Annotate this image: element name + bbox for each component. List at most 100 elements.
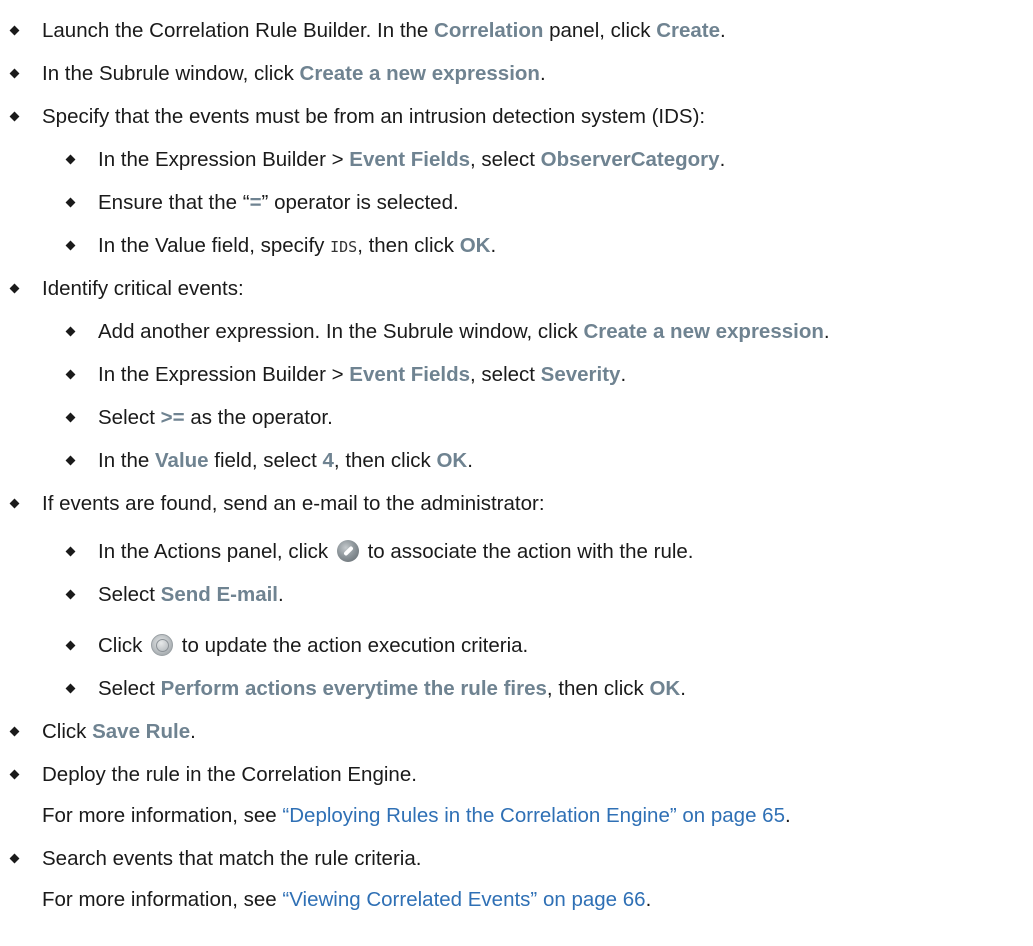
step-text: In the Value field, specify xyxy=(98,234,331,257)
xref-link-deploying-rules[interactable]: “Deploying Rules in the Correlation Engi… xyxy=(282,804,785,827)
step-text: , then click xyxy=(333,449,437,472)
bullet-icon xyxy=(9,25,20,36)
bullet-icon xyxy=(65,455,76,466)
bullet-icon xyxy=(9,853,20,864)
step-search-events: Search events that match the rule criter… xyxy=(9,846,422,872)
bullet-icon xyxy=(65,546,76,557)
punctuation: . xyxy=(720,19,726,42)
more-info-deploy: For more information, see “Deploying Rul… xyxy=(42,803,791,829)
step-text: Add another expression. In the Subrule w… xyxy=(98,320,584,343)
criteria-clock-icon xyxy=(151,634,174,656)
action-wrench-icon xyxy=(336,540,359,562)
punctuation: . xyxy=(278,583,284,606)
bullet-icon xyxy=(65,369,76,380)
ui-term-gte: >= xyxy=(160,406,185,429)
xref-link-viewing-correlated-events[interactable]: “Viewing Correlated Events” on page 66 xyxy=(282,888,645,911)
step-text: , select xyxy=(470,363,541,386)
ui-term-perform-actions: Perform actions everytime the rule fires xyxy=(160,677,547,700)
punctuation: . xyxy=(467,449,473,472)
bullet-icon xyxy=(65,683,76,694)
step-text: Identify critical events: xyxy=(42,277,244,300)
step-text: , then click xyxy=(546,677,650,700)
bullet-icon xyxy=(9,283,20,294)
bullet-icon xyxy=(9,498,20,509)
step-text: panel, click xyxy=(543,19,657,42)
step-text: to associate the action with the rule. xyxy=(361,540,694,563)
punctuation: . xyxy=(719,148,726,171)
bullet-icon xyxy=(65,154,76,165)
code-ids: IDS xyxy=(330,238,358,256)
bullet-icon xyxy=(65,326,76,337)
step-text: Specify that the events must be from an … xyxy=(42,105,706,128)
more-info-viewing: For more information, see “Viewing Corre… xyxy=(42,887,651,913)
step-text: , select xyxy=(470,148,541,171)
bullet-icon xyxy=(9,111,20,122)
ui-term-send-email: Send E-mail xyxy=(160,583,279,606)
substep-value-ids: In the Value field, specify IDS, then cl… xyxy=(65,233,497,260)
ui-term-event-fields: Event Fields xyxy=(349,148,471,171)
ui-term-observer-category: ObserverCategory xyxy=(540,148,720,171)
step-text: to update the action execution criteria. xyxy=(176,634,529,657)
step-create-expression: In the Subrule window, click Create a ne… xyxy=(9,61,546,87)
ui-term-ok: OK xyxy=(436,449,468,472)
step-text: In the Expression Builder > xyxy=(98,148,350,171)
step-text: , then click xyxy=(357,234,460,257)
bullet-icon xyxy=(9,769,20,780)
step-save-rule: Click Save Rule. xyxy=(9,719,196,745)
step-text: In the xyxy=(98,449,155,472)
substep-equals-operator: Ensure that the “=” operator is selected… xyxy=(65,190,459,216)
substep-execution-criteria: Click to update the action execution cri… xyxy=(65,633,529,659)
ui-term-save-rule: Save Rule xyxy=(92,720,191,743)
punctuation: . xyxy=(645,888,652,911)
punctuation: . xyxy=(190,720,196,743)
step-text: Click xyxy=(98,634,149,657)
ui-term-ok: OK xyxy=(649,677,681,700)
step-specify-ids: Specify that the events must be from an … xyxy=(9,104,706,130)
punctuation: . xyxy=(784,804,791,827)
step-text: as the operator. xyxy=(184,406,333,429)
substep-perform-actions: Select Perform actions everytime the rul… xyxy=(65,676,686,702)
step-send-email: If events are found, send an e-mail to t… xyxy=(9,491,545,517)
bullet-icon xyxy=(9,726,20,737)
step-identify-critical: Identify critical events: xyxy=(9,276,244,302)
ui-term-severity: Severity xyxy=(540,363,621,386)
ui-term-create-new-expression: Create a new expression xyxy=(583,320,824,343)
punctuation: . xyxy=(490,234,497,257)
ui-term-equals: = xyxy=(249,191,262,214)
step-deploy-rule: Deploy the rule in the Correlation Engin… xyxy=(9,762,417,788)
step-text: Select xyxy=(98,583,161,606)
step-text: For more information, see xyxy=(42,804,283,827)
step-text: For more information, see xyxy=(42,888,283,911)
step-text: Select xyxy=(98,406,161,429)
ui-term-four: 4 xyxy=(322,449,334,472)
punctuation: . xyxy=(823,320,830,343)
ui-term-ok: OK xyxy=(459,234,491,257)
step-text: Launch the Correlation Rule Builder. In … xyxy=(42,19,435,42)
step-text: In the Subrule window, click xyxy=(42,62,300,85)
step-text: Ensure that the “ xyxy=(98,191,250,214)
substep-select-severity: In the Expression Builder > Event Fields… xyxy=(65,362,627,388)
ui-term-create: Create xyxy=(656,19,721,42)
ui-term-value: Value xyxy=(155,449,209,472)
step-text: ” operator is selected. xyxy=(261,191,459,214)
bullet-icon xyxy=(65,640,76,651)
substep-event-fields: In the Expression Builder > Event Fields… xyxy=(65,147,726,173)
substep-add-expression: Add another expression. In the Subrule w… xyxy=(65,319,830,345)
bullet-icon xyxy=(65,412,76,423)
punctuation: . xyxy=(539,62,546,85)
bullet-icon xyxy=(65,589,76,600)
bullet-icon xyxy=(9,68,20,79)
substep-select-operator: Select >= as the operator. xyxy=(65,405,333,431)
ui-term-correlation: Correlation xyxy=(434,19,544,42)
step-text: If events are found, send an e-mail to t… xyxy=(42,492,545,515)
substep-value-four: In the Value field, select 4, then click… xyxy=(65,448,473,474)
ui-term-event-fields: Event Fields xyxy=(349,363,471,386)
step-text: Search events that match the rule criter… xyxy=(42,847,422,870)
punctuation: . xyxy=(680,677,686,700)
step-launch-builder: Launch the Correlation Rule Builder. In … xyxy=(9,18,726,44)
step-text: Select xyxy=(98,677,161,700)
punctuation: . xyxy=(620,363,627,386)
step-text: Click xyxy=(42,720,93,743)
ui-term-create-new-expression: Create a new expression xyxy=(299,62,540,85)
step-text: field, select xyxy=(208,449,323,472)
